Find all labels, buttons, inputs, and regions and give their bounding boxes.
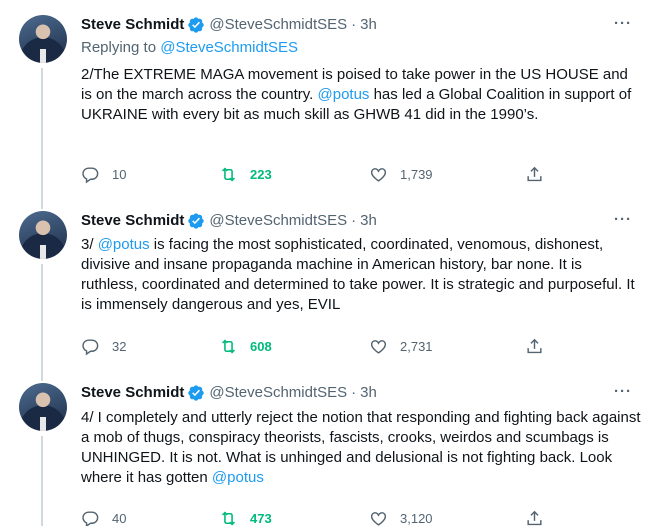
retweet-icon — [222, 510, 235, 526]
share-icon — [527, 338, 542, 353]
reply-count: 10 — [112, 166, 127, 182]
like-button[interactable]: 1,739 — [369, 164, 433, 184]
separator: · — [351, 212, 357, 229]
tweet-header: Steve Schmidt @SteveSchmidtSES · 3h — [81, 15, 377, 35]
retweet-count: 473 — [250, 510, 272, 526]
tweet-1[interactable]: Steve Schmidt @SteveSchmidtSES · 3h ··· … — [0, 0, 651, 200]
thread-line — [41, 264, 43, 372]
thread-line — [41, 372, 43, 381]
verified-icon — [188, 17, 205, 33]
retweet-button[interactable]: 223 — [219, 164, 272, 184]
verified-icon — [188, 213, 205, 229]
tweet-text-part: 4/ I completely and utterly reject the n… — [81, 409, 641, 486]
author-name[interactable]: Steve Schmidt — [81, 211, 184, 231]
more-icon[interactable]: ··· — [612, 16, 634, 37]
like-button[interactable]: 3,120 — [369, 508, 433, 526]
avatar[interactable] — [19, 211, 67, 259]
retweet-button[interactable]: 608 — [219, 336, 272, 356]
mention-link[interactable]: @potus — [212, 469, 264, 486]
reply-icon — [82, 510, 99, 526]
tweet-text-part: 3/ — [81, 236, 94, 253]
tweet-header: Steve Schmidt @SteveSchmidtSES · 3h — [81, 383, 377, 403]
more-icon[interactable]: ··· — [612, 384, 634, 405]
timestamp[interactable]: 3h — [360, 211, 377, 231]
share-icon — [527, 166, 542, 181]
timestamp[interactable]: 3h — [360, 383, 377, 403]
share-button[interactable] — [525, 508, 556, 526]
like-icon — [370, 339, 387, 354]
share-button[interactable] — [525, 164, 556, 184]
verified-icon — [188, 385, 205, 401]
timestamp[interactable]: 3h — [360, 15, 377, 35]
share-button[interactable] — [525, 336, 556, 356]
replying-to: Replying to @SteveSchmidtSES — [81, 38, 298, 58]
retweet-button[interactable]: 473 — [219, 508, 272, 526]
separator: · — [351, 16, 357, 33]
like-count: 1,739 — [400, 166, 433, 182]
author-handle[interactable]: @SteveSchmidtSES — [209, 15, 347, 35]
tweet-header: Steve Schmidt @SteveSchmidtSES · 3h — [81, 211, 377, 231]
retweet-count: 608 — [250, 338, 272, 354]
action-bar: 32 608 2,731 — [81, 336, 551, 356]
thread-line — [41, 436, 43, 526]
thread-line — [41, 68, 43, 200]
retweet-count: 223 — [250, 166, 272, 182]
more-icon[interactable]: ··· — [612, 212, 634, 233]
replying-handle-link[interactable]: @SteveSchmidtSES — [160, 39, 298, 56]
author-name[interactable]: Steve Schmidt — [81, 15, 184, 35]
tweet-text: 3/ @potus is facing the most sophisticat… — [81, 235, 641, 315]
avatar[interactable] — [19, 15, 67, 63]
like-button[interactable]: 2,731 — [369, 336, 433, 356]
like-count: 2,731 — [400, 338, 433, 354]
tweet-text: 4/ I completely and utterly reject the n… — [81, 408, 641, 488]
mention-link[interactable]: @potus — [318, 86, 370, 103]
tweet-3[interactable]: Steve Schmidt @SteveSchmidtSES · 3h ··· … — [0, 372, 651, 526]
thread-line — [41, 200, 43, 209]
author-handle[interactable]: @SteveSchmidtSES — [209, 383, 347, 403]
action-bar: 10 223 1,739 — [81, 164, 551, 184]
reply-button[interactable]: 10 — [81, 164, 126, 184]
reply-count: 32 — [112, 338, 127, 354]
tweet-text: 2/The EXTREME MAGA movement is poised to… — [81, 65, 641, 125]
retweet-icon — [222, 338, 235, 354]
tweet-text-part: is facing the most sophisticated, coordi… — [81, 236, 635, 313]
replying-label: Replying to — [81, 39, 157, 56]
retweet-icon — [222, 166, 235, 182]
tweet-2[interactable]: Steve Schmidt @SteveSchmidtSES · 3h ··· … — [0, 200, 651, 372]
author-name[interactable]: Steve Schmidt — [81, 383, 184, 403]
reply-icon — [82, 338, 99, 355]
avatar[interactable] — [19, 383, 67, 431]
mention-link[interactable]: @potus — [98, 236, 150, 253]
share-icon — [527, 510, 542, 525]
reply-icon — [82, 166, 99, 183]
like-icon — [370, 167, 387, 182]
reply-button[interactable]: 32 — [81, 336, 126, 356]
like-icon — [370, 511, 387, 526]
author-handle[interactable]: @SteveSchmidtSES — [209, 211, 347, 231]
reply-button[interactable]: 40 — [81, 508, 126, 526]
reply-count: 40 — [112, 510, 127, 526]
like-count: 3,120 — [400, 510, 433, 526]
action-bar: 40 473 3,120 — [81, 508, 551, 526]
separator: · — [351, 384, 357, 401]
